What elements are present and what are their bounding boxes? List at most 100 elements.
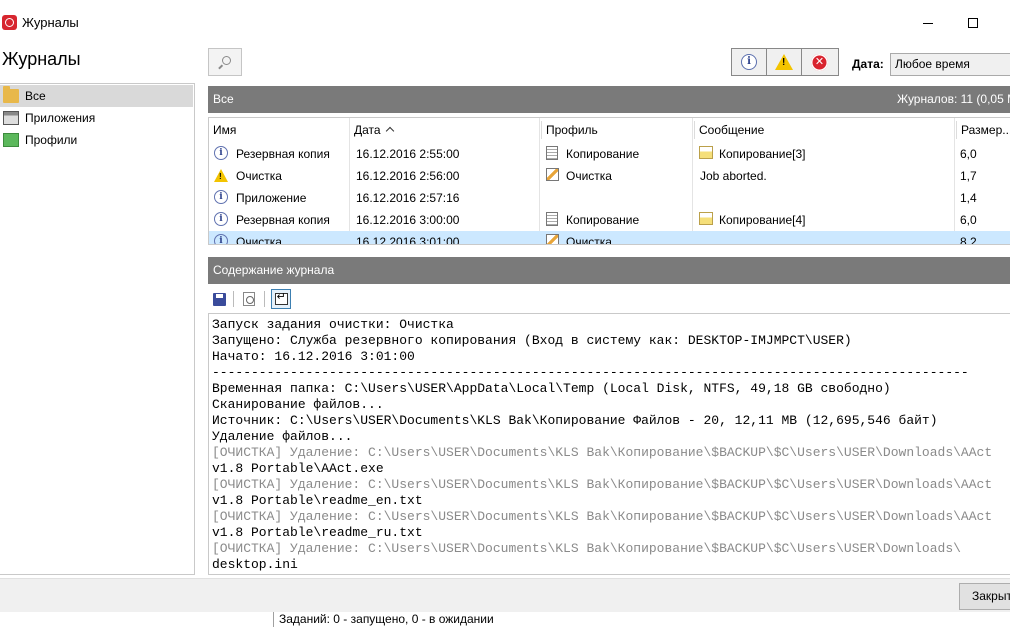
message-folder-icon (699, 146, 713, 159)
section-title: Все (213, 92, 234, 106)
close-button[interactable]: Закрыть (959, 583, 1010, 610)
log-line: Начато: 16.12.2016 3:01:00 (212, 349, 415, 364)
column-header-message[interactable]: Сообщение (694, 121, 956, 139)
date-label: Дата: (852, 57, 884, 71)
log-line: Источник: C:\Users\USER\Documents\KLS Ba… (212, 413, 938, 428)
filter-error-button[interactable]: ✕ (802, 49, 837, 75)
cleanup-profile-icon (546, 168, 559, 181)
sort-ascending-icon (385, 126, 394, 136)
minimize-button[interactable] (905, 8, 951, 38)
log-line: Запущено: Служба резервного копирования … (212, 333, 852, 348)
cell-profile: Копирование (566, 213, 640, 227)
table-row[interactable]: i Очистка 16.12.2016 3:01:00 Очистка 8,2 (209, 231, 1010, 245)
filter-info-button[interactable]: i (732, 49, 767, 75)
cell-date: 16.12.2016 3:00:00 (356, 213, 460, 227)
column-header-profile[interactable]: Профиль (541, 121, 694, 139)
cell-date: 16.12.2016 2:55:00 (356, 147, 460, 161)
maximize-icon (968, 18, 978, 28)
cleanup-profile-icon (546, 234, 559, 244)
cell-date: 16.12.2016 2:57:16 (356, 191, 460, 205)
minimize-icon (923, 22, 933, 24)
profiles-icon (3, 133, 19, 147)
sidebar-item-applications[interactable]: Приложения (0, 107, 193, 129)
column-header-date[interactable]: Дата (349, 121, 541, 139)
find-icon (243, 292, 255, 306)
cell-name: Очистка (236, 169, 282, 183)
sidebar-item-all[interactable]: Все (0, 85, 193, 107)
logs-table: Имя Дата Профиль Сообщение Размер... i Ре… (208, 117, 1010, 245)
search-icon (222, 56, 231, 65)
info-icon: i (214, 212, 228, 226)
log-line: Запуск задания очистки: Очистка (212, 317, 454, 332)
cell-name: Резервная копия (236, 147, 330, 161)
cell-name: Очистка (236, 235, 282, 245)
column-header-size[interactable]: Размер... (956, 121, 1010, 139)
cell-message: Копирование[4] (719, 213, 806, 227)
date-dropdown[interactable]: Любое время (890, 53, 1010, 76)
cell-message: Копирование[3] (719, 147, 806, 161)
log-line: Удаление файлов... (212, 429, 353, 444)
cell-size: 6,0 (960, 213, 977, 227)
logs-summary: Журналов: 11 (0,05 М (897, 92, 1010, 106)
log-line: v1.8 Portable\readme_ru.txt (212, 525, 423, 540)
log-content[interactable]: Запуск задания очистки: Очистка Запущено:… (208, 313, 1010, 575)
cell-message (700, 187, 930, 209)
info-icon: i (741, 54, 757, 70)
log-line: [ОЧИСТКА] Удаление: C:\Users\USER\Docume… (212, 477, 993, 492)
status-bar: Заданий: 0 - запущено, 0 - в ожидании (0, 612, 1010, 627)
table-row[interactable]: i Приложение 16.12.2016 2:57:16 1,4 (209, 187, 1010, 209)
log-line: Временная папка: C:\Users\USER\AppData\L… (212, 381, 891, 396)
save-log-button[interactable] (209, 289, 229, 309)
word-wrap-toggle[interactable] (271, 289, 291, 309)
cell-message (700, 231, 930, 244)
sidebar-item-label: Все (25, 89, 46, 103)
cell-message: Job aborted. (700, 169, 767, 183)
log-line: [ОЧИСТКА] Удаление: C:\Users\USER\Docume… (212, 509, 993, 524)
table-row[interactable]: Очистка 16.12.2016 2:56:00 Очистка Job abor… (209, 165, 1010, 187)
sidebar-item-label: Приложения (25, 111, 96, 125)
log-line: [ОЧИСТКА] Удаление: C:\Users\USER\Docume… (212, 445, 993, 460)
cell-size: 8,2 (960, 235, 977, 245)
apps-icon (3, 111, 19, 125)
info-icon: i (214, 234, 228, 244)
message-folder-icon (699, 212, 713, 225)
cell-profile (566, 187, 691, 209)
sidebar: Все Приложения Профили (0, 83, 195, 575)
folder-icon (3, 86, 19, 103)
log-line: v1.8 Portable\readme_en.txt (212, 493, 423, 508)
title-bar: Журналы (0, 0, 1010, 46)
table-row[interactable]: i Резервная копия 16.12.2016 2:55:00 Копиро… (209, 143, 1010, 165)
sidebar-item-profiles[interactable]: Профили (0, 129, 193, 151)
search-button[interactable] (208, 48, 242, 76)
log-toolbar (208, 287, 508, 311)
profile-document-icon (546, 212, 558, 226)
filter-warning-button[interactable] (767, 49, 802, 75)
cell-date: 16.12.2016 3:01:00 (356, 235, 460, 245)
log-line: Сканирование файлов... (212, 397, 384, 412)
cell-name: Приложение (236, 191, 307, 205)
sidebar-item-label: Профили (25, 133, 78, 147)
cell-size: 1,4 (960, 191, 977, 205)
log-line: [ОЧИСТКА] Удаление: C:\Users\USER\Docume… (212, 541, 961, 556)
find-in-log-button[interactable] (239, 289, 259, 309)
column-header-name[interactable]: Имя (209, 121, 349, 139)
cell-size: 1,7 (960, 169, 977, 183)
cell-profile: Очистка (566, 169, 612, 183)
cell-profile: Очистка (566, 235, 612, 245)
maximize-button[interactable] (950, 8, 996, 38)
severity-filter-group: i ✕ (731, 48, 839, 76)
info-icon: i (214, 190, 228, 204)
logs-section-header: Все Журналов: 11 (0,05 М (208, 86, 1010, 113)
word-wrap-icon (274, 290, 288, 305)
profile-document-icon (546, 146, 558, 160)
page-title: Журналы (2, 49, 81, 69)
app-logo-icon (2, 15, 17, 30)
warning-icon (214, 169, 228, 182)
error-icon: ✕ (811, 53, 828, 71)
cell-profile: Копирование (566, 147, 640, 161)
log-line: v1.8 Portable\AAct.exe (212, 461, 384, 476)
table-row[interactable]: i Резервная копия 16.12.2016 3:00:00 Копиро… (209, 209, 1010, 231)
cell-name: Резервная копия (236, 213, 330, 227)
save-icon (212, 292, 226, 306)
section-title: Содержание журнала (213, 263, 335, 277)
